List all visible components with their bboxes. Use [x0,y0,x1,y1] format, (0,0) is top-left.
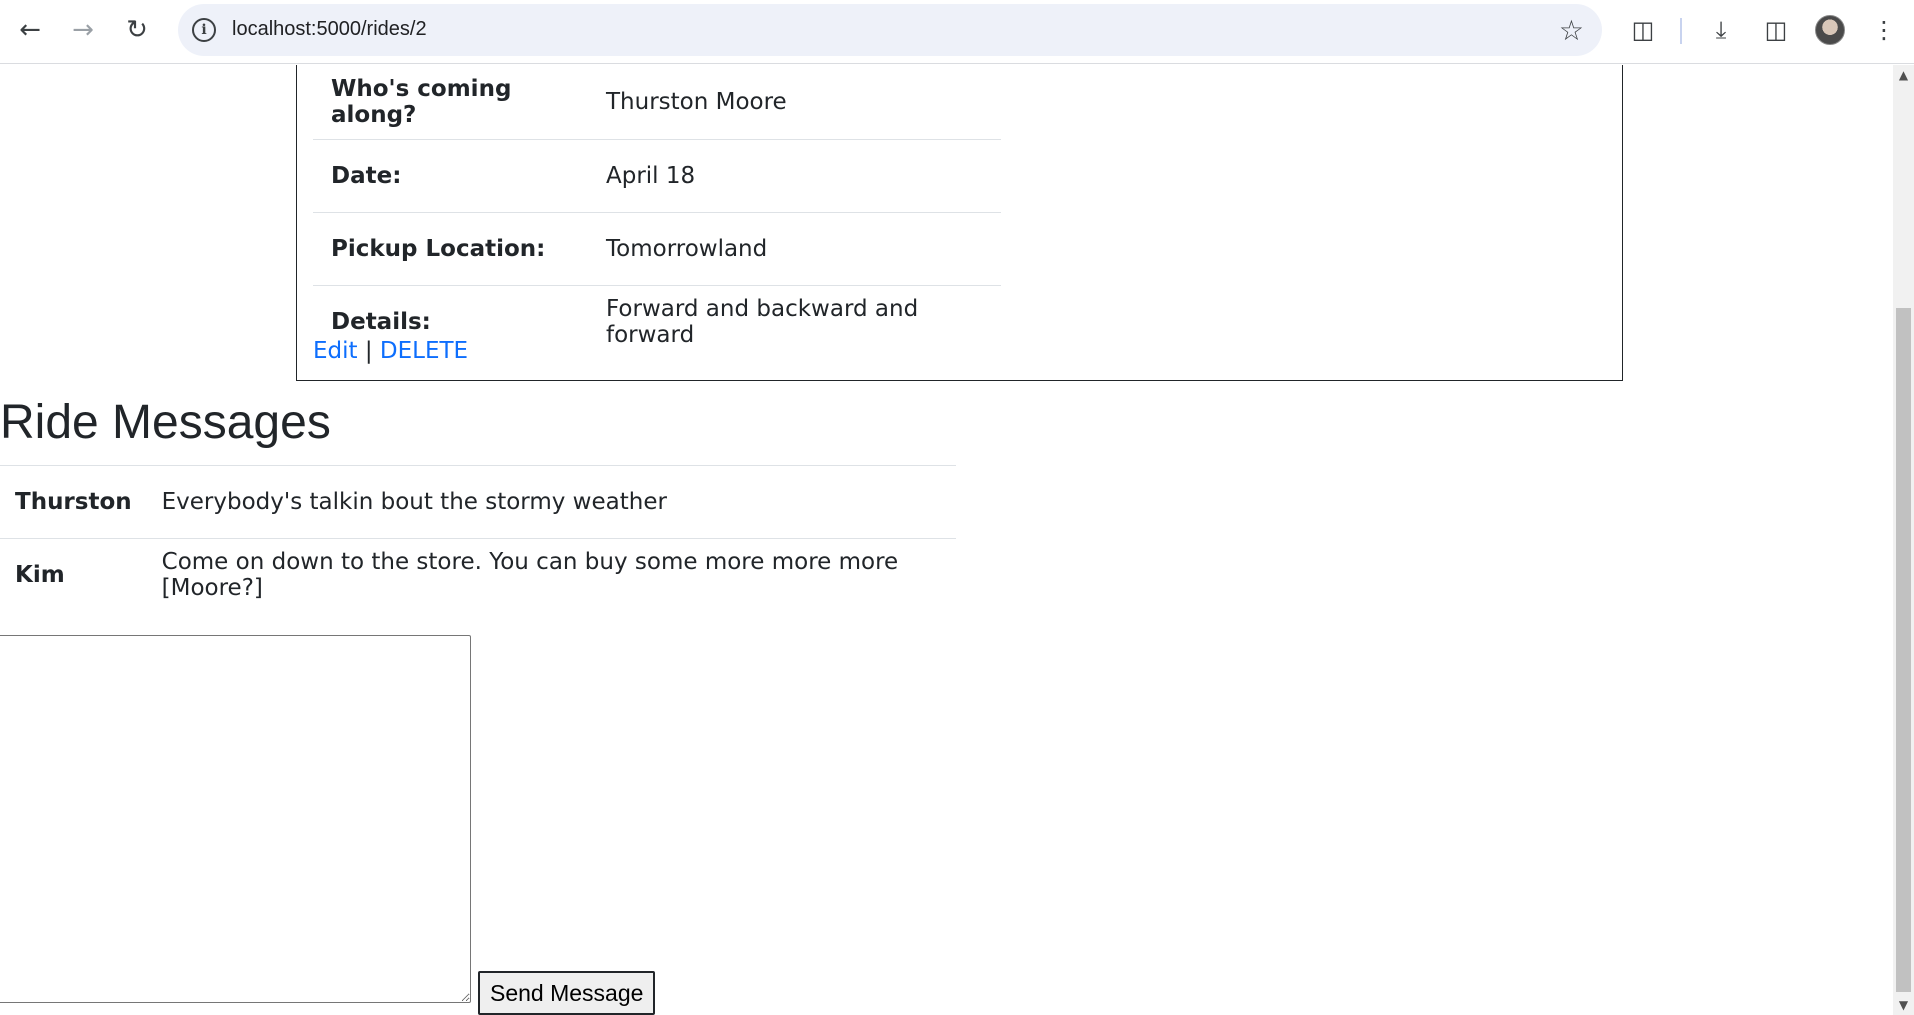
message-text: Everybody's talkin bout the stormy weath… [146,465,956,539]
avatar[interactable] [1815,15,1845,45]
message-sender: Kim [0,538,147,612]
download-icon: ⤓ [1715,16,1727,44]
arrow-right-icon: → [72,15,94,45]
page-viewport: Who's coming along? Thurston Moore Date:… [0,65,1893,1015]
detail-value: Forward and backward and forward [606,295,919,348]
puzzle-icon: ◫ [1631,16,1655,44]
delete-link[interactable]: DELETE [380,338,468,364]
reload-icon: ↻ [126,15,148,45]
scrollbar[interactable]: ▲ ▼ [1893,65,1914,1015]
scrollbar-thumb[interactable] [1896,308,1911,992]
detail-value: Tomorrowland [588,212,1001,286]
detail-value: April 18 [588,139,1001,213]
detail-label: Who's coming along? [313,66,588,140]
send-message-button[interactable]: Send Message [478,971,656,1015]
action-separator: | [364,338,373,364]
detail-label: Date: [313,139,588,213]
table-row: Pickup Location: Tomorrowland [313,212,1001,286]
table-row: Date: April 18 [313,139,1001,213]
star-icon[interactable]: ☆ [1559,14,1584,47]
address-bar[interactable]: i localhost:5000/rides/2 ☆ [178,4,1602,56]
table-row: Thurston Everybody's talkin bout the sto… [0,465,956,539]
message-input[interactable] [0,635,471,1003]
messages-heading: Ride Messages [0,396,331,449]
message-text: Come on down to the store. You can buy s… [146,538,956,612]
scroll-up-icon[interactable]: ▲ [1893,65,1914,85]
toolbar-separator [1680,18,1682,44]
detail-label: Pickup Location: [313,212,588,286]
ride-actions: Edit | DELETE [313,338,468,364]
side-panel-button[interactable]: ◫ [1756,10,1796,50]
url-text[interactable]: localhost:5000/rides/2 [232,18,427,41]
ride-details-table: Who's coming along? Thurston Moore Date:… [313,66,1001,358]
browser-toolbar: ← → ↻ i localhost:5000/rides/2 ☆ ◫ ⤓ ◫ ⋮ [0,0,1914,64]
message-sender: Thurston [0,465,147,539]
browser-menu-button[interactable]: ⋮ [1864,10,1904,50]
back-button[interactable]: ← [10,10,50,50]
kebab-menu-icon: ⋮ [1872,16,1896,44]
detail-value: Thurston Moore [588,66,1001,140]
info-icon[interactable]: i [192,18,216,42]
messages-table: Thurston Everybody's talkin bout the sto… [0,465,956,612]
table-row: Who's coming along? Thurston Moore [313,66,1001,140]
reload-button[interactable]: ↻ [117,10,157,50]
table-row: Kim Come on down to the store. You can b… [0,538,956,612]
side-panel-icon: ◫ [1764,16,1788,44]
scroll-down-icon[interactable]: ▼ [1893,995,1914,1015]
downloads-button[interactable]: ⤓ [1701,10,1741,50]
ride-card: Who's coming along? Thurston Moore Date:… [296,65,1623,381]
forward-button[interactable]: → [63,10,103,50]
arrow-left-icon: ← [19,15,41,45]
extensions-button[interactable]: ◫ [1623,10,1663,50]
edit-link[interactable]: Edit [313,338,358,364]
